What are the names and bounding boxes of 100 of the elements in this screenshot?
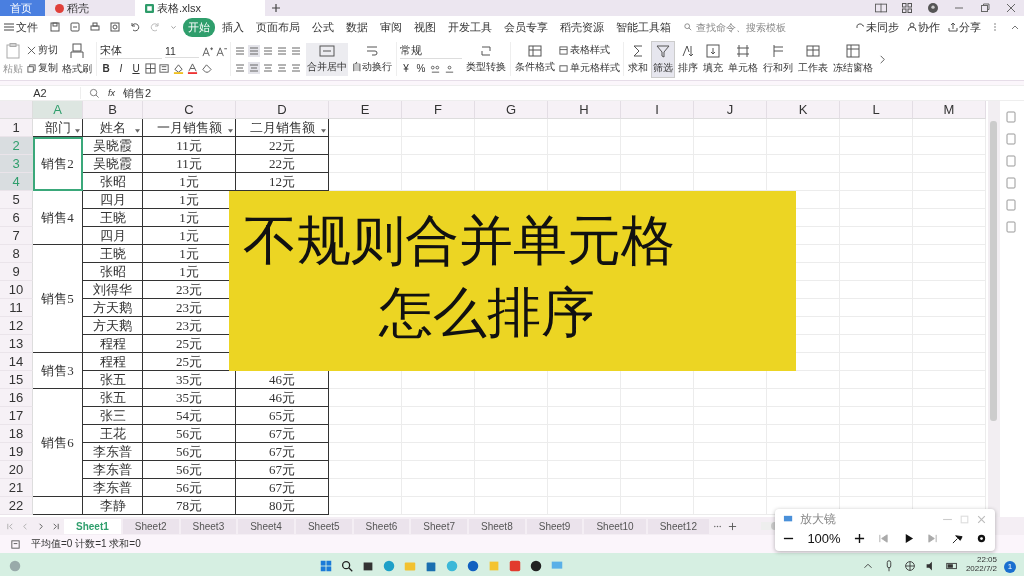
ribbon-tool-button[interactable]: 排序	[677, 41, 699, 77]
ribbon-tab[interactable]: 稻壳资源	[555, 17, 609, 37]
row-header[interactable]: 18	[0, 425, 33, 443]
zoom-icon[interactable]	[89, 87, 100, 99]
decrease-font-icon[interactable]	[216, 46, 227, 57]
row-header[interactable]: 13	[0, 335, 33, 353]
column-header[interactable]: J	[694, 101, 767, 119]
avatar-icon[interactable]	[927, 3, 939, 13]
row-header[interactable]: 10	[0, 281, 33, 299]
vertical-scrollbar[interactable]	[988, 101, 1000, 517]
number-format-dropdown[interactable]: 常规	[400, 44, 462, 59]
ribbon-tab[interactable]: 页面布局	[251, 17, 305, 37]
row-header[interactable]: 19	[0, 443, 33, 461]
ribbon-tab[interactable]: 插入	[217, 17, 249, 37]
align-icon[interactable]	[262, 61, 274, 74]
table-style-button[interactable]: 表格样式	[559, 43, 620, 57]
sheet-tab[interactable]: Sheet6	[353, 518, 410, 534]
font-dropdown[interactable]: 宋体	[100, 44, 162, 59]
clock-time[interactable]: 22:05	[977, 555, 997, 564]
currency-button[interactable]: ¥	[400, 63, 412, 74]
filter-dropdown-icon[interactable]	[75, 129, 80, 133]
align-icon[interactable]	[276, 61, 288, 74]
command-search-field[interactable]: 查找命令、搜索模板	[684, 20, 810, 34]
row-header[interactable]: 5	[0, 191, 33, 209]
name-box[interactable]: A2	[0, 87, 81, 99]
column-header[interactable]: M	[913, 101, 986, 119]
cell-style-button[interactable]: 单元格样式	[559, 61, 620, 75]
previous-icon[interactable]	[878, 532, 890, 544]
column-header[interactable]: H	[548, 101, 621, 119]
formula-input[interactable]: 销售2	[123, 85, 1024, 101]
next-sheet-icon[interactable]	[36, 521, 45, 531]
text-format-button[interactable]: I	[115, 63, 127, 74]
column-header[interactable]: D	[236, 101, 329, 119]
document-tab[interactable]: 首页	[0, 0, 45, 16]
document-tab[interactable]: 稻壳	[45, 0, 135, 16]
percent-button[interactable]: %	[415, 63, 427, 74]
row-header[interactable]: 6	[0, 209, 33, 227]
ribbon-tab[interactable]: 视图	[409, 17, 441, 37]
column-header[interactable]: K	[767, 101, 840, 119]
increase-decimal-icon[interactable]	[430, 63, 441, 74]
align-icon[interactable]	[290, 61, 302, 74]
wrap-text-button[interactable]: 自动换行	[351, 42, 393, 76]
sheet-tab[interactable]: Sheet8	[469, 518, 525, 534]
save-icon[interactable]	[50, 22, 60, 32]
zoom-in-icon[interactable]	[854, 532, 866, 544]
function-label[interactable]: fx	[108, 88, 115, 98]
sheet-tab[interactable]: Sheet7	[411, 518, 467, 534]
filter-dropdown-icon[interactable]	[321, 129, 326, 133]
align-icon[interactable]	[290, 44, 302, 57]
align-icon[interactable]	[248, 61, 260, 74]
fill-color-icon[interactable]	[173, 63, 184, 74]
next-icon[interactable]	[927, 532, 939, 544]
ribbon-tab[interactable]: 数据	[341, 17, 373, 37]
borders-icon[interactable]	[145, 63, 156, 74]
filter-dropdown-icon[interactable]	[135, 129, 140, 133]
settings-icon[interactable]	[976, 532, 987, 544]
align-icon[interactable]	[276, 44, 288, 57]
format-painter-button[interactable]: 格式刷	[61, 40, 93, 78]
close-icon[interactable]	[1005, 3, 1017, 13]
column-header[interactable]: B	[83, 101, 143, 119]
notification-badge[interactable]: 1	[1004, 561, 1016, 573]
text-format-button[interactable]: B	[100, 63, 112, 74]
convert-type-button[interactable]: 类型转换	[465, 42, 507, 76]
row-header[interactable]: 21	[0, 479, 33, 497]
row-header[interactable]: 20	[0, 461, 33, 479]
layout-icon[interactable]	[875, 3, 887, 13]
fill-pattern-icon[interactable]	[159, 63, 170, 74]
ribbon-tool-button[interactable]: 行和列	[762, 41, 794, 77]
row-header[interactable]: 9	[0, 263, 33, 281]
macro-icon[interactable]	[10, 538, 21, 550]
eraser-icon[interactable]	[201, 63, 212, 74]
side-panel-icon[interactable]	[1005, 133, 1017, 145]
side-panel-icon[interactable]	[1005, 177, 1017, 189]
share-button[interactable]: 分享	[948, 19, 981, 35]
row-header[interactable]: 16	[0, 389, 33, 407]
ribbon-tab[interactable]: 公式	[307, 17, 339, 37]
redo-icon[interactable]	[150, 22, 160, 32]
side-panel-icon[interactable]	[1005, 199, 1017, 211]
sheet-tab[interactable]: Sheet12	[647, 518, 709, 534]
sheet-tab[interactable]: Sheet9	[526, 518, 583, 534]
copy-button[interactable]: 复制	[27, 61, 58, 75]
increase-font-icon[interactable]	[202, 46, 213, 57]
last-sheet-icon[interactable]	[51, 521, 60, 531]
file-menu[interactable]: 文件	[4, 19, 38, 35]
column-header[interactable]: E	[329, 101, 402, 119]
conditional-format-button[interactable]: 条件格式	[514, 42, 556, 76]
decrease-decimal-icon[interactable]	[444, 63, 455, 74]
filter-dropdown-icon[interactable]	[228, 129, 233, 133]
side-panel-icon[interactable]	[1005, 155, 1017, 167]
row-header[interactable]: 1	[0, 119, 33, 137]
sheet-tab[interactable]: Sheet10	[584, 518, 646, 534]
font-size-dropdown[interactable]: 11	[165, 45, 199, 58]
ribbon-tool-button[interactable]: 填充	[702, 41, 724, 77]
scroll-right-icon[interactable]	[877, 53, 888, 65]
column-header[interactable]: L	[840, 101, 913, 119]
sheet-tab[interactable]: Sheet2	[122, 518, 179, 534]
row-header[interactable]: 22	[0, 497, 33, 515]
collaborate-button[interactable]: 协作	[907, 19, 940, 35]
column-header[interactable]: I	[621, 101, 694, 119]
column-header[interactable]: G	[475, 101, 548, 119]
